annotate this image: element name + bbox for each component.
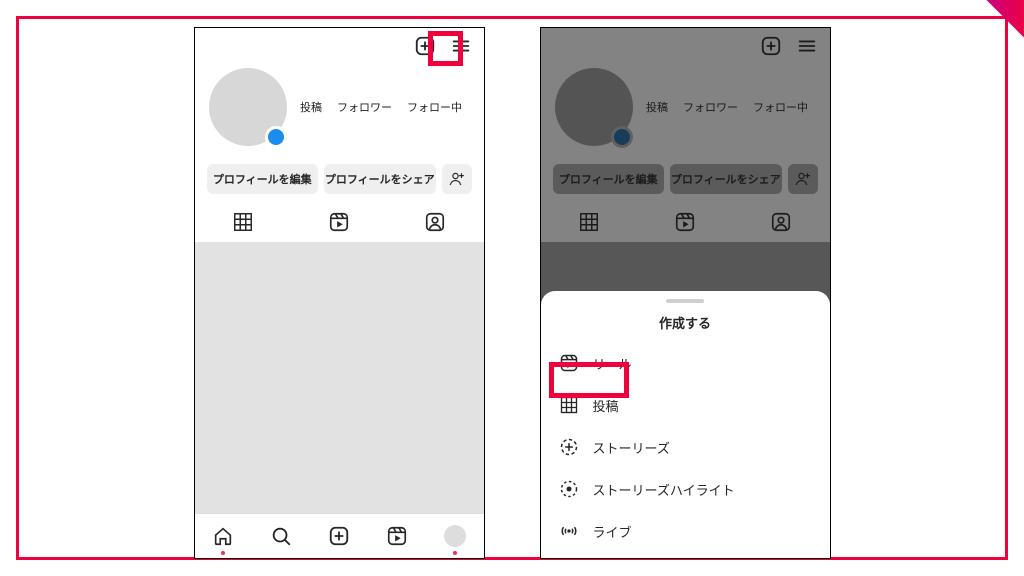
- sheet-title: 作成する: [541, 313, 830, 332]
- story-plus-icon: [559, 436, 579, 458]
- sheet-item-story[interactable]: ストーリーズ: [541, 426, 830, 468]
- brand-corner: [960, 0, 1024, 64]
- bottom-nav: [195, 513, 484, 558]
- grid-icon: [559, 394, 579, 416]
- nav-home-icon[interactable]: [212, 525, 234, 547]
- profile-stats: 投稿 フォロワー フォロー中: [287, 99, 470, 115]
- share-profile-button[interactable]: プロフィールをシェア: [324, 164, 436, 194]
- live-icon: [559, 520, 579, 542]
- notification-dot: [453, 551, 457, 555]
- add-friend-icon: [448, 170, 466, 188]
- sheet-grabber[interactable]: [666, 299, 704, 303]
- outer-frame: 投稿 フォロワー フォロー中 プロフィールを編集 プロフィールをシェア: [16, 16, 1008, 560]
- avatar[interactable]: [209, 68, 287, 146]
- sheet-item-label: ストーリーズハイライト: [593, 480, 735, 499]
- stat-posts[interactable]: 投稿: [298, 99, 324, 115]
- phone-profile: 投稿 フォロワー フォロー中 プロフィールを編集 プロフィールをシェア: [194, 27, 485, 559]
- profile-header: 投稿 フォロワー フォロー中: [195, 64, 484, 156]
- sheet-item-label: リール: [593, 354, 632, 373]
- sheet-item-highlight[interactable]: ストーリーズハイライト: [541, 468, 830, 510]
- highlight-icon: [559, 478, 579, 500]
- nav-create-icon[interactable]: [328, 525, 350, 547]
- content-tabs: [195, 202, 484, 242]
- menu-icon[interactable]: [450, 35, 472, 57]
- profile-actions: プロフィールを編集 プロフィールをシェア: [195, 156, 484, 202]
- tab-grid[interactable]: [213, 211, 273, 233]
- sheet-item-reel[interactable]: リール: [541, 342, 830, 384]
- nav-search-icon[interactable]: [270, 525, 292, 547]
- sheet-item-label: 投稿: [593, 396, 619, 415]
- create-icon[interactable]: [414, 35, 436, 57]
- sheet-item-live[interactable]: ライブ: [541, 510, 830, 552]
- discover-people-button[interactable]: [442, 164, 472, 194]
- sheet-item-label: ストーリーズ: [593, 438, 670, 457]
- stat-followers[interactable]: フォロワー: [335, 99, 394, 115]
- edit-profile-button[interactable]: プロフィールを編集: [207, 164, 319, 194]
- content-empty: [195, 242, 484, 542]
- nav-reels-icon[interactable]: [386, 525, 408, 547]
- sheet-item-label: ライブ: [593, 522, 632, 541]
- notification-dot: [221, 551, 225, 555]
- stat-following[interactable]: フォロー中: [405, 99, 464, 115]
- new-story-badge-icon: [265, 126, 287, 148]
- tab-reels[interactable]: [309, 211, 369, 233]
- create-sheet: 作成する リール 投稿 ストーリーズ ストー: [541, 291, 830, 558]
- sheet-item-post[interactable]: 投稿: [541, 384, 830, 426]
- tab-tagged[interactable]: [405, 211, 465, 233]
- nav-profile-avatar[interactable]: [444, 525, 466, 547]
- reels-icon: [559, 352, 579, 374]
- top-bar: [195, 28, 484, 64]
- phone-create-sheet: 投稿 フォロワー フォロー中 プロフィールを編集 プロフィールをシェア: [540, 27, 831, 559]
